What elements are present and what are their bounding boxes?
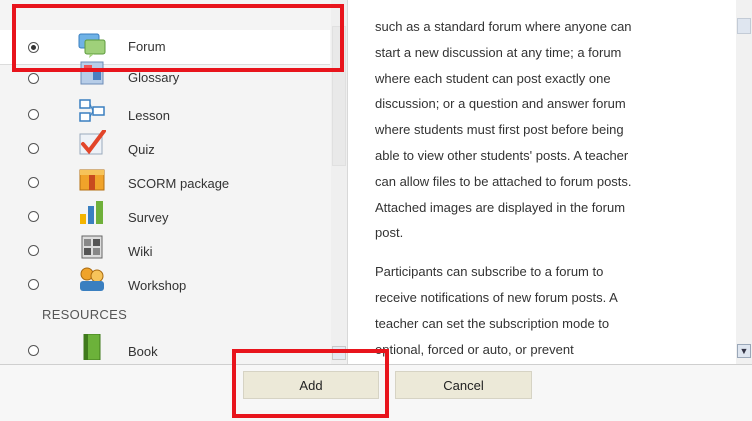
description-line: Participants can subscribe to a forum to <box>375 264 604 280</box>
description-line: teacher can set the subscription mode to <box>375 315 610 331</box>
module-label: SCORM package <box>128 176 230 191</box>
module-option-forum[interactable]: Forum <box>0 30 330 65</box>
radio-lesson[interactable] <box>28 109 39 120</box>
module-label: Quiz <box>128 142 155 157</box>
chevron-down-icon: ▼ <box>739 346 749 356</box>
module-label: Workshop <box>128 278 187 293</box>
description-paragraph-2: Participants can subscribe to a forum to… <box>375 259 715 362</box>
radio-glossary[interactable] <box>28 73 39 84</box>
module-option-workshop[interactable]: Workshop <box>0 267 330 302</box>
survey-icon <box>80 201 103 224</box>
quiz-icon <box>79 130 106 155</box>
activity-list-scroll-thumb[interactable] <box>332 26 346 166</box>
book-icon <box>83 334 101 360</box>
description-line: can allow files to be attached to forum … <box>375 173 632 189</box>
module-label: Wiki <box>128 244 153 259</box>
scorm-package-icon <box>79 169 105 191</box>
add-activity-dialog: Forum Glossary Lesson Quiz SCORM package… <box>0 0 752 421</box>
module-description-pane: such as a standard forum where anyone ca… <box>361 0 735 364</box>
lesson-icon <box>79 99 105 122</box>
module-label: Glossary <box>128 70 180 85</box>
activity-list-scroll-down-button[interactable] <box>332 346 346 360</box>
module-option-book[interactable]: Book <box>0 334 330 364</box>
description-scrollbar[interactable] <box>736 0 752 364</box>
description-line: where students must first post before be… <box>375 122 624 138</box>
module-option-quiz[interactable]: Quiz <box>0 130 330 166</box>
description-line: where each student can post exactly one <box>375 70 611 86</box>
dialog-footer: Add Cancel <box>0 364 752 421</box>
module-option-wiki[interactable]: Wiki <box>0 234 330 268</box>
module-label: Survey <box>128 210 169 225</box>
description-line: receive notifications of new forum posts… <box>375 289 618 305</box>
radio-survey[interactable] <box>28 211 39 222</box>
module-label: Forum <box>128 39 166 54</box>
module-label: Book <box>128 344 158 359</box>
module-label: Lesson <box>128 108 170 123</box>
module-option-lesson[interactable]: Lesson <box>0 98 330 132</box>
description-line: optional, forced or auto, or prevent <box>375 341 574 357</box>
description-paragraph-1: such as a standard forum where anyone ca… <box>375 14 715 246</box>
description-line: Attached images are displayed in the for… <box>375 199 626 215</box>
add-button[interactable]: Add <box>243 371 379 399</box>
radio-forum[interactable] <box>28 42 39 53</box>
description-line: such as a standard forum where anyone ca… <box>375 19 632 34</box>
description-line: discussion; or a question and answer for… <box>375 96 626 112</box>
activity-list-pane: Forum Glossary Lesson Quiz SCORM package… <box>0 0 348 364</box>
resources-heading: RESOURCES <box>42 307 128 322</box>
cancel-button[interactable]: Cancel <box>395 371 532 399</box>
radio-scorm[interactable] <box>28 177 39 188</box>
description-line: able to view other students' posts. A te… <box>375 147 629 163</box>
forum-icon <box>78 33 106 58</box>
module-description: such as a standard forum where anyone ca… <box>375 14 715 364</box>
workshop-icon <box>80 267 104 291</box>
radio-workshop[interactable] <box>28 279 39 290</box>
description-scroll-thumb[interactable] <box>737 18 751 34</box>
glossary-icon <box>80 61 104 85</box>
module-option-glossary[interactable]: Glossary <box>0 61 330 90</box>
module-option-survey[interactable]: Survey <box>0 200 330 234</box>
wiki-icon <box>81 235 103 259</box>
radio-book[interactable] <box>28 345 39 356</box>
description-line: post. <box>375 225 404 241</box>
module-option-scorm[interactable]: SCORM package <box>0 166 330 200</box>
radio-wiki[interactable] <box>28 245 39 256</box>
description-line: start a new discussion at any time; a fo… <box>375 44 622 60</box>
radio-quiz[interactable] <box>28 143 39 154</box>
description-scroll-down-button[interactable]: ▼ <box>737 344 751 358</box>
